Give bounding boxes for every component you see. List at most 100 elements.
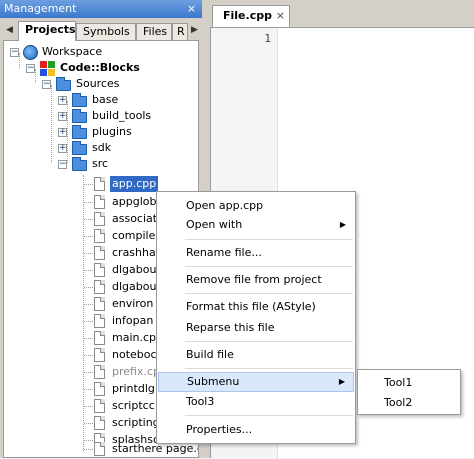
tab-scroll-right-icon[interactable]: ▶ <box>188 23 201 38</box>
folder-icon <box>72 93 87 107</box>
editor-tab-label: File.cpp <box>223 9 272 22</box>
file-icon <box>94 297 105 311</box>
tree-node-workspace[interactable]: − Workspace <box>4 44 198 60</box>
menu-item-label: Rename file... <box>186 246 262 259</box>
tree-guide <box>84 389 93 390</box>
tab-symbols[interactable]: Symbols <box>76 23 136 40</box>
tree-guide <box>84 236 93 237</box>
file-icon <box>94 382 105 396</box>
submenu-item-tool2[interactable]: Tool2 <box>359 393 459 413</box>
menu-item-label: Tool1 <box>384 376 413 389</box>
file-icon <box>94 442 105 456</box>
submenu-item-tool1[interactable]: Tool1 <box>359 373 459 393</box>
file-icon <box>94 280 105 294</box>
tree-node-folder-src[interactable]: − src <box>4 156 198 172</box>
menu-item-reparse[interactable]: Reparse this file <box>158 318 354 338</box>
menu-separator <box>185 415 353 416</box>
management-title: Management <box>4 2 77 15</box>
file-icon <box>94 229 105 243</box>
menu-item-label: Tool3 <box>186 395 215 408</box>
tree-label-folder: build_tools <box>92 109 152 122</box>
folder-icon <box>56 77 71 91</box>
tree-guide <box>84 219 93 220</box>
workspace-icon <box>23 45 38 60</box>
collapse-icon[interactable]: − <box>26 64 35 73</box>
tree-label-folder: base <box>92 93 119 106</box>
menu-item-open-file[interactable]: Open app.cpp <box>158 196 354 216</box>
menu-item-label: Build file <box>186 348 234 361</box>
expand-icon[interactable]: + <box>58 96 67 105</box>
tree-guide <box>84 304 93 305</box>
file-icon <box>94 314 105 328</box>
menu-separator <box>185 341 353 342</box>
file-icon <box>94 365 105 379</box>
menu-item-tool3[interactable]: Tool3 <box>158 392 354 412</box>
tree-node-folder[interactable]: + base <box>4 92 198 108</box>
tree-label-file: app.cpp <box>110 176 159 192</box>
tree-label-file: associat <box>112 212 158 225</box>
tree-label-project: Code::Blocks <box>60 61 140 74</box>
menu-item-label: Open with <box>186 218 243 231</box>
expand-icon[interactable]: + <box>58 112 67 121</box>
folder-icon <box>72 109 87 123</box>
menu-item-format[interactable]: Format this file (AStyle) <box>158 297 354 317</box>
file-icon <box>94 348 105 362</box>
tree-guide <box>84 423 93 424</box>
folder-icon <box>72 157 87 171</box>
collapse-icon[interactable]: − <box>58 160 67 169</box>
menu-separator <box>185 239 353 240</box>
tree-label-file: dlgabou <box>112 263 157 276</box>
tree-guide <box>84 406 93 407</box>
tree-node-project[interactable]: − Code::Blocks <box>4 60 198 76</box>
tab-projects[interactable]: Projects <box>18 21 76 41</box>
tree-label-file: noteboc <box>112 348 157 361</box>
tree-guide <box>84 372 93 373</box>
expand-icon[interactable]: + <box>58 128 67 137</box>
submenu-arrow-icon: ▶ <box>339 220 346 229</box>
menu-item-open-with[interactable]: Open with ▶ <box>158 215 354 235</box>
menu-item-remove[interactable]: Remove file from project <box>158 270 354 290</box>
tree-label-workspace: Workspace <box>42 45 103 58</box>
tree-label-file: dlgabou <box>112 280 157 293</box>
tree-node-folder[interactable]: + plugins <box>4 124 198 140</box>
management-tabs: Projects Symbols Files R ◀ ▶ <box>0 20 202 41</box>
context-menu: Open app.cpp Open with ▶ Rename file... … <box>156 191 356 444</box>
tree-node-file-selected[interactable]: app.cpp <box>4 176 198 192</box>
close-icon[interactable]: × <box>185 2 198 15</box>
tree-guide <box>84 270 93 271</box>
file-icon <box>94 263 105 277</box>
tree-label-file: crashha <box>112 246 156 259</box>
tab-scroll-left-icon[interactable]: ◀ <box>3 23 16 38</box>
tab-files[interactable]: Files <box>136 23 172 40</box>
collapse-icon[interactable]: − <box>42 80 51 89</box>
close-icon[interactable]: × <box>276 9 285 22</box>
submenu-arrow-icon: ▶ <box>338 377 345 386</box>
tree-node-folder[interactable]: + sdk <box>4 140 198 156</box>
tree-node-folder[interactable]: + build_tools <box>4 108 198 124</box>
menu-item-submenu[interactable]: Submenu ▶ <box>158 372 354 392</box>
editor-tab[interactable]: File.cpp × <box>212 5 290 27</box>
tree-guide <box>84 321 93 322</box>
tree-node-sources[interactable]: − Sources <box>4 76 198 92</box>
tree-label-sources: Sources <box>76 77 120 90</box>
menu-item-properties[interactable]: Properties... <box>158 420 354 440</box>
tree-label-file: compile <box>112 229 156 242</box>
tree-guide <box>84 253 93 254</box>
tree-guide <box>84 287 93 288</box>
file-icon <box>94 195 105 209</box>
expand-icon[interactable]: + <box>58 144 67 153</box>
menu-item-build[interactable]: Build file <box>158 345 354 365</box>
menu-item-rename[interactable]: Rename file... <box>158 243 354 263</box>
tree-label-file: printdlg <box>112 382 155 395</box>
menu-item-label: Remove file from project <box>186 273 322 286</box>
tree-label-file: scriptcc <box>112 399 155 412</box>
tab-resources[interactable]: R <box>172 23 188 40</box>
menu-separator <box>185 293 353 294</box>
line-number: 1 <box>264 32 271 45</box>
file-icon <box>94 246 105 260</box>
tree-guide <box>84 202 93 203</box>
tree-guide <box>84 184 93 185</box>
menu-separator <box>185 368 353 369</box>
tree-label-folder: sdk <box>92 141 112 154</box>
collapse-icon[interactable]: − <box>10 48 19 57</box>
